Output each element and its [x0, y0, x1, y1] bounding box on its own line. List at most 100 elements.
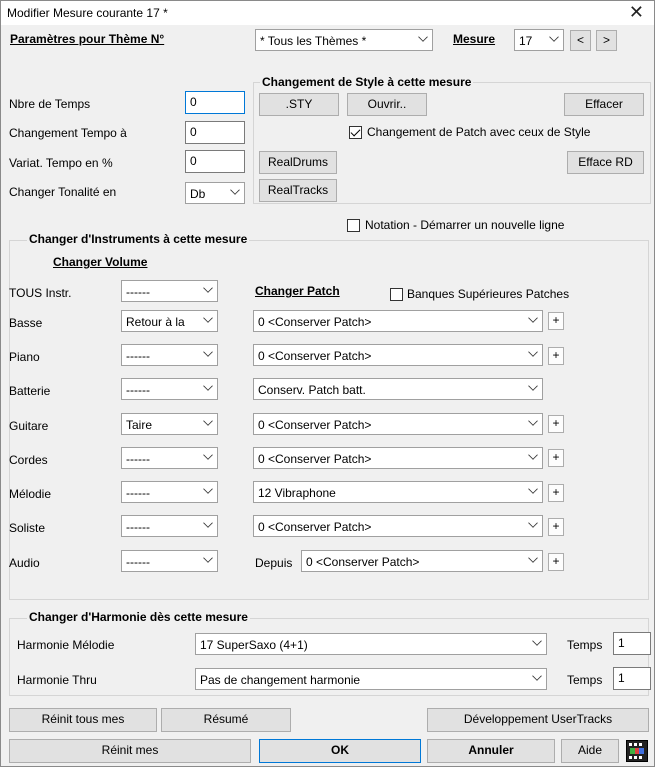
- instrument-label-soloist: Soliste: [9, 521, 46, 535]
- chevron-down-icon: [528, 450, 538, 460]
- instrument-label-guitar: Guitare: [9, 419, 49, 433]
- plus-button-piano[interactable]: +: [548, 347, 564, 365]
- chevron-down-icon: [203, 347, 213, 357]
- patch-select-piano[interactable]: 0 <Conserver Patch>: [253, 344, 543, 366]
- volume-select-strings[interactable]: ------: [121, 447, 218, 469]
- plus-button-audio[interactable]: +: [548, 553, 564, 571]
- harmony-group-title: Changer d'Harmonie dès cette mesure: [27, 610, 250, 624]
- chevron-down-icon: [203, 518, 213, 528]
- open-style-button[interactable]: Ouvrir..: [347, 93, 427, 116]
- tempo-variation-input[interactable]: 0: [185, 150, 245, 173]
- help-button[interactable]: Aide: [561, 739, 619, 763]
- volume-select-piano[interactable]: ------: [121, 344, 218, 366]
- patch-value: 0 <Conserver Patch>: [258, 452, 372, 466]
- tempo-change-input[interactable]: 0: [185, 121, 245, 144]
- window-title: Modifier Mesure courante 17 *: [7, 6, 168, 20]
- plus-button-soloist[interactable]: +: [548, 518, 564, 536]
- measure-select[interactable]: 17: [514, 29, 564, 51]
- patch-select-guitar[interactable]: 0 <Conserver Patch>: [253, 413, 543, 435]
- harmony-melody-temps-input[interactable]: 1: [613, 632, 651, 655]
- harmony-thru-temps-label: Temps: [567, 673, 603, 687]
- volume-value: ------: [126, 486, 150, 500]
- key-change-value: Db: [190, 187, 206, 201]
- volume-select-bass[interactable]: Retour à la: [121, 310, 218, 332]
- patch-select-bass[interactable]: 0 <Conserver Patch>: [253, 310, 543, 332]
- chevron-down-icon: [528, 347, 538, 357]
- close-icon[interactable]: ✕: [629, 2, 644, 23]
- harmony-melody-value: 17 SuperSaxo (4+1): [200, 638, 308, 652]
- chevron-down-icon: [203, 553, 213, 563]
- harmony-thru-temps-input[interactable]: 1: [613, 667, 651, 690]
- tempo-variation-label: Variat. Tempo en %: [9, 156, 113, 170]
- beats-input[interactable]: 0: [185, 91, 245, 114]
- volume-value: ------: [126, 349, 150, 363]
- volume-value: ------: [126, 520, 150, 534]
- harmony-thru-value: Pas de changement harmonie: [200, 673, 361, 687]
- patch-select-strings[interactable]: 0 <Conserver Patch>: [253, 447, 543, 469]
- plus-button-strings[interactable]: +: [548, 449, 564, 467]
- chevron-down-icon: [528, 518, 538, 528]
- upper-banks-label: Banques Supérieures Patches: [407, 287, 570, 301]
- volume-value: Retour à la: [126, 315, 185, 329]
- next-measure-button[interactable]: >: [596, 30, 617, 51]
- patch-value: 0 <Conserver Patch>: [258, 349, 372, 363]
- chevron-down-icon: [418, 32, 428, 42]
- volume-value: ------: [126, 555, 150, 569]
- reset-button[interactable]: Réinit mes: [9, 739, 251, 763]
- clear-style-button[interactable]: Effacer: [564, 93, 644, 116]
- volume-select-guitar[interactable]: Taire: [121, 413, 218, 435]
- volume-select-drums[interactable]: ------: [121, 378, 218, 400]
- volume-select-all[interactable]: ------: [121, 280, 218, 302]
- patch-value: 0 <Conserver Patch>: [258, 315, 372, 329]
- chevron-down-icon: [230, 185, 240, 195]
- summary-button[interactable]: Résumé: [161, 708, 291, 732]
- instrument-label-piano: Piano: [9, 350, 40, 364]
- chevron-down-icon: [203, 484, 213, 494]
- measure-label: Mesure: [453, 32, 496, 46]
- instrument-label-melody: Mélodie: [9, 487, 52, 501]
- patch-select-drums[interactable]: Conserv. Patch batt.: [253, 378, 543, 400]
- beats-label: Nbre de Temps: [9, 97, 91, 111]
- clear-rd-button[interactable]: Efface RD: [567, 151, 644, 174]
- chevron-down-icon: [203, 313, 213, 323]
- upper-banks-checkbox[interactable]: [390, 288, 403, 301]
- chevron-down-icon: [203, 450, 213, 460]
- tempo-change-label: Changement Tempo à: [9, 126, 127, 140]
- volume-select-melody[interactable]: ------: [121, 481, 218, 503]
- harmony-melody-select[interactable]: 17 SuperSaxo (4+1): [195, 633, 547, 655]
- patch-value: 12 Vibraphone: [258, 486, 336, 500]
- usertracks-button[interactable]: Développement UserTracks: [427, 708, 649, 732]
- sty-button[interactable]: .STY: [259, 93, 339, 116]
- key-change-select[interactable]: Db: [185, 182, 245, 204]
- volume-value: ------: [126, 452, 150, 466]
- plus-button-bass[interactable]: +: [548, 312, 564, 330]
- plus-button-melody[interactable]: +: [548, 484, 564, 502]
- chevron-down-icon: [528, 381, 538, 391]
- measure-select-value: 17: [519, 34, 533, 48]
- realdrums-button[interactable]: RealDrums: [259, 151, 337, 174]
- notation-newline-checkbox[interactable]: [347, 219, 360, 232]
- patch-with-style-checkbox[interactable]: [349, 126, 362, 139]
- harmony-thru-select[interactable]: Pas de changement harmonie: [195, 668, 547, 690]
- patch-select-soloist[interactable]: 0 <Conserver Patch>: [253, 515, 543, 537]
- prev-measure-button[interactable]: <: [570, 30, 591, 51]
- film-icon[interactable]: [626, 740, 648, 762]
- chevron-down-icon: [203, 381, 213, 391]
- patch-select-melody[interactable]: 12 Vibraphone: [253, 481, 543, 503]
- ok-button[interactable]: OK: [259, 739, 421, 763]
- realtracks-button[interactable]: RealTracks: [259, 179, 337, 202]
- chevron-down-icon: [528, 484, 538, 494]
- volume-select-soloist[interactable]: ------: [121, 515, 218, 537]
- patch-with-style-label: Changement de Patch avec ceux de Style: [367, 125, 591, 139]
- volume-select-audio[interactable]: ------: [121, 550, 218, 572]
- theme-label: Paramètres pour Thème N°: [10, 32, 165, 46]
- patch-select-audio[interactable]: 0 <Conserver Patch>: [301, 550, 543, 572]
- theme-select-value: * Tous les Thèmes *: [260, 34, 367, 48]
- chevron-down-icon: [528, 553, 538, 563]
- chevron-down-icon: [528, 416, 538, 426]
- cancel-button[interactable]: Annuler: [427, 739, 555, 763]
- chevron-down-icon: [532, 671, 542, 681]
- reset-all-button[interactable]: Réinit tous mes: [9, 708, 157, 732]
- plus-button-guitar[interactable]: +: [548, 415, 564, 433]
- theme-select[interactable]: * Tous les Thèmes *: [255, 29, 433, 51]
